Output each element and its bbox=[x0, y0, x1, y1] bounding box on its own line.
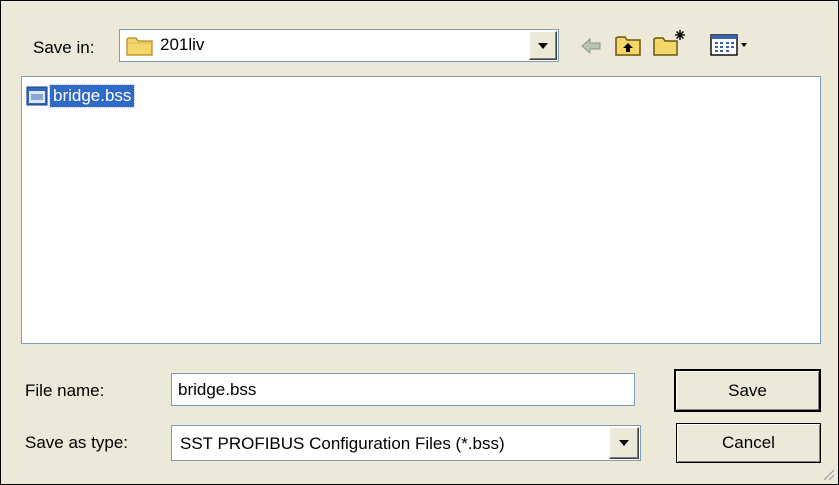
save-as-type-label: Save as type: bbox=[25, 433, 129, 452]
save-as-type-value: SST PROFIBUS Configuration Files (*.bss) bbox=[180, 434, 505, 453]
folder-icon bbox=[126, 35, 154, 62]
save-as-dialog: Save in: 201liv bridge.bss File name: br… bbox=[0, 0, 839, 485]
view-menu-icon bbox=[710, 34, 747, 56]
size-grip-icon[interactable] bbox=[819, 465, 835, 481]
chevron-down-icon bbox=[538, 42, 548, 49]
back-arrow-icon bbox=[581, 37, 601, 55]
list-item[interactable]: bridge.bss bbox=[26, 83, 136, 109]
file-name-text: bridge.bss bbox=[48, 84, 136, 108]
file-list[interactable]: bridge.bss bbox=[21, 76, 821, 344]
create-new-folder-button[interactable] bbox=[651, 27, 687, 59]
save-as-type-dropdown-button[interactable] bbox=[609, 427, 639, 459]
save-in-combo[interactable]: 201liv bbox=[119, 29, 559, 62]
save-in-label: Save in: bbox=[33, 38, 95, 57]
file-name-field[interactable] bbox=[171, 373, 635, 406]
back-button[interactable] bbox=[576, 33, 606, 59]
up-folder-icon bbox=[615, 36, 641, 56]
up-one-level-button[interactable] bbox=[613, 31, 643, 59]
file-name-label: File name: bbox=[25, 381, 105, 400]
save-button[interactable]: Save bbox=[674, 369, 821, 412]
bss-file-icon bbox=[26, 85, 48, 107]
chevron-down-icon bbox=[619, 440, 629, 446]
save-as-type-combo[interactable]: SST PROFIBUS Configuration Files (*.bss) bbox=[171, 425, 641, 461]
save-in-folder: 201liv bbox=[160, 35, 205, 54]
cancel-button[interactable]: Cancel bbox=[676, 423, 821, 463]
file-name-input[interactable] bbox=[178, 374, 628, 405]
new-folder-icon bbox=[653, 30, 685, 56]
view-menu-button[interactable] bbox=[709, 31, 755, 59]
save-in-dropdown-button[interactable] bbox=[529, 31, 557, 60]
